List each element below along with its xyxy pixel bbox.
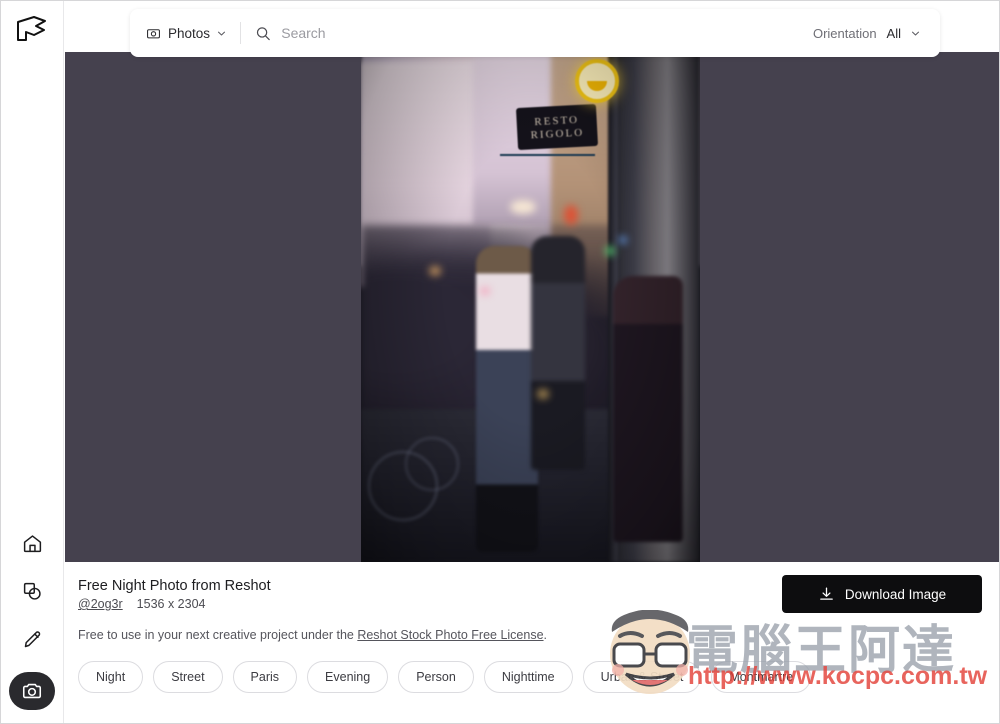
camera-icon (22, 683, 42, 699)
search-icon[interactable] (255, 25, 271, 42)
orientation-filter[interactable]: Orientation All (813, 26, 940, 41)
tag-chip[interactable]: Urban & Street (582, 661, 702, 693)
photo-vignette (361, 52, 700, 562)
tag-chip[interactable]: Night (78, 661, 144, 693)
tag-chip[interactable]: Street (153, 661, 223, 693)
search-bar: Photos Orientation All (130, 9, 940, 57)
sidebar-item-photos[interactable] (9, 672, 55, 710)
photo-dimensions: 1536 x 2304 (136, 597, 206, 611)
tag-chip[interactable]: Paris (232, 661, 298, 693)
sidebar-item-edit[interactable] (17, 624, 47, 654)
author-handle-link[interactable]: @2og3r (78, 597, 123, 611)
download-icon (820, 586, 833, 600)
tag-chip[interactable]: Person (398, 661, 474, 693)
home-icon (23, 534, 41, 552)
tag-list: Night Street Paris Evening Person Nightt… (78, 661, 976, 693)
sidebar-item-home[interactable] (17, 528, 47, 558)
reshot-photo-page: RESTO RIGOLO Photos (0, 0, 1000, 724)
sidebar-item-graphics[interactable] (17, 576, 47, 606)
search-field-wrap (241, 9, 813, 57)
license-suffix: . (543, 628, 548, 642)
left-sidebar (0, 0, 64, 724)
category-dropdown[interactable]: Photos (130, 9, 240, 57)
license-text: Free to use in your next creative projec… (78, 628, 976, 642)
category-label: Photos (168, 25, 211, 41)
photo-image[interactable]: RESTO RIGOLO (361, 52, 700, 562)
license-prefix: Free to use in your next creative projec… (78, 628, 358, 642)
download-label: Download Image (844, 586, 947, 602)
search-input[interactable] (281, 25, 813, 41)
orientation-label: Orientation (812, 25, 877, 41)
download-image-button[interactable]: Download Image (782, 575, 982, 613)
orientation-value: All (886, 25, 901, 41)
license-link[interactable]: Reshot Stock Photo Free License (357, 628, 543, 642)
camera-icon (147, 28, 160, 38)
tag-chip[interactable]: Montmartre (711, 661, 812, 693)
reshot-logo-icon[interactable] (14, 14, 50, 44)
chevron-down-icon (911, 31, 920, 36)
photo-stage: RESTO RIGOLO (65, 52, 1000, 562)
tag-chip[interactable]: Evening (307, 661, 389, 693)
tag-chip[interactable]: Nighttime (483, 661, 573, 693)
chevron-down-icon (218, 31, 226, 36)
shapes-icon (23, 582, 41, 600)
sidebar-nav (0, 528, 64, 710)
photo-info-panel: Free Night Photo from Reshot @2og3r 1536… (65, 562, 1000, 724)
pencil-icon (24, 630, 40, 647)
